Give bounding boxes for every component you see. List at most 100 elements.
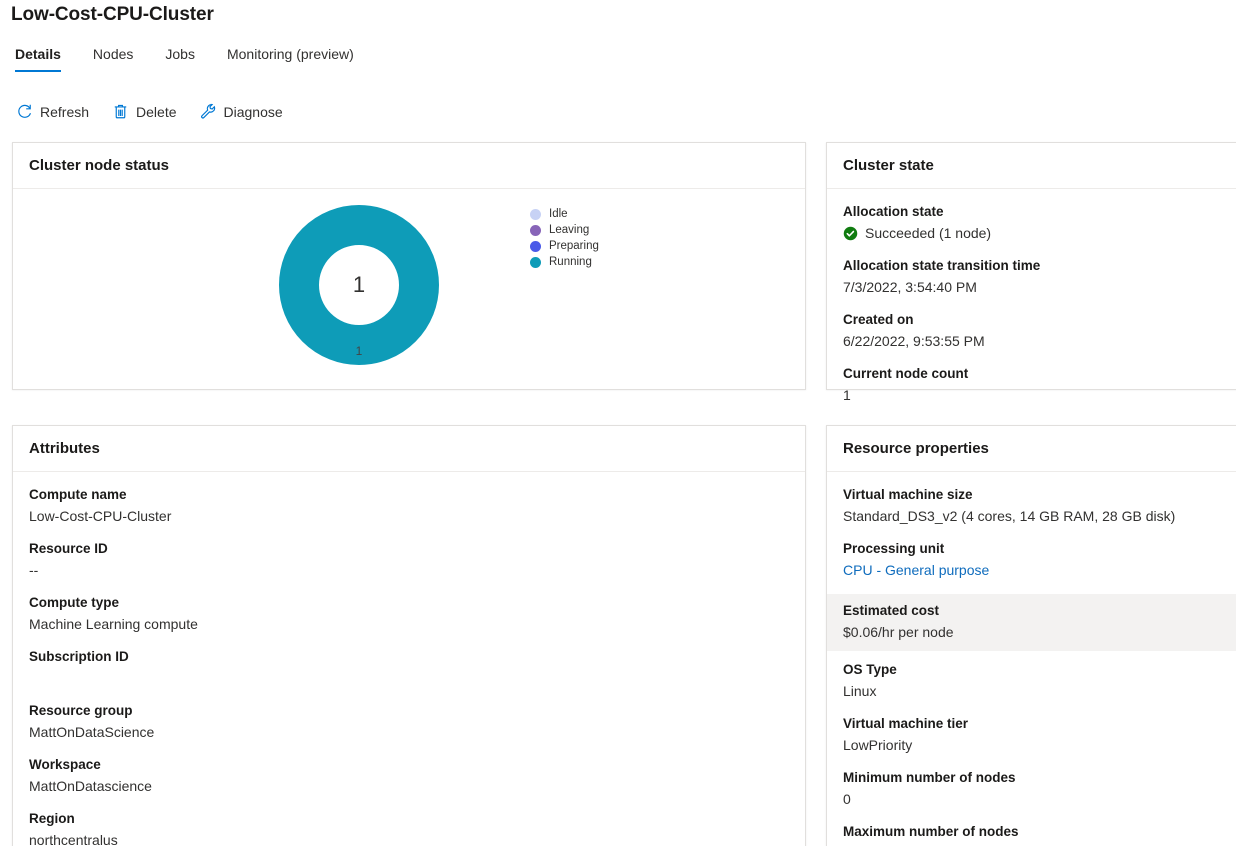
- property-value: 1: [843, 387, 851, 403]
- tab-label: Nodes: [92, 46, 134, 62]
- property-value: 6/22/2022, 9:53:55 PM: [843, 333, 985, 349]
- legend-swatch-icon: [530, 256, 541, 268]
- tab-label: Jobs: [165, 46, 195, 62]
- legend-swatch-icon: [530, 224, 541, 236]
- cluster-state-list: Allocation state Succeeded (1 node) Alloca…: [843, 203, 1236, 405]
- command-label: Diagnose: [223, 103, 283, 120]
- property-label: Compute name: [29, 487, 127, 502]
- resource-properties-card: Resource properties Virtual machine size…: [826, 425, 1236, 846]
- property-value: MattOnDatascience: [29, 778, 152, 794]
- property-label: Resource group: [29, 703, 133, 718]
- property-value: Low-Cost-CPU-Cluster: [29, 508, 172, 524]
- property-row: Virtual machine tier LowPriority: [843, 715, 1236, 755]
- property-label: Subscription ID: [29, 649, 129, 664]
- property-row: Created on 6/22/2022, 9:53:55 PM: [843, 311, 1236, 351]
- legend-item-idle[interactable]: Idle: [530, 206, 599, 222]
- property-row: Subscription ID: [29, 648, 789, 688]
- trash-icon: [112, 103, 129, 120]
- property-label: Allocation state: [843, 204, 944, 219]
- property-value: Machine Learning compute: [29, 616, 198, 632]
- cluster-state-card: Cluster state Allocation state Succeeded …: [826, 142, 1236, 403]
- donut-segment-running[interactable]: [279, 205, 439, 365]
- property-value: $0.06/hr per node: [843, 624, 954, 640]
- status-text: Succeeded (1 node): [865, 225, 992, 241]
- property-label: Region: [29, 811, 75, 826]
- property-value: northcentralus: [29, 832, 118, 846]
- refresh-icon: [16, 103, 33, 120]
- cluster-node-status-card: Cluster node status 1 1 Idle Leaving Prepa…: [12, 142, 806, 390]
- diagnose-button[interactable]: Diagnose: [195, 100, 291, 123]
- tab-monitoring-preview[interactable]: Monitoring (preview): [227, 46, 369, 72]
- property-row: Processing unit CPU - General purpose: [843, 540, 1236, 580]
- property-label: Resource ID: [29, 541, 108, 556]
- command-label: Delete: [136, 103, 177, 120]
- property-label: Created on: [843, 312, 914, 327]
- attributes-list: Compute name Low-Cost-CPU-Cluster Resource…: [29, 486, 789, 846]
- property-label: Minimum number of nodes: [843, 770, 1016, 785]
- property-row: Workspace MattOnDatascience: [29, 756, 789, 796]
- property-label: Virtual machine size: [843, 487, 973, 502]
- property-row: Resource ID --: [29, 540, 789, 580]
- cluster-node-status-body: 1 1 Idle Leaving Preparing Running: [13, 189, 805, 413]
- property-row: Estimated cost $0.06/hr per node: [827, 594, 1236, 651]
- tab-label: Monitoring (preview): [226, 46, 354, 62]
- resource-properties-body: Virtual machine size Standard_DS3_v2 (4 c…: [827, 472, 1236, 846]
- property-label: Maximum number of nodes: [843, 824, 1019, 839]
- wrench-icon: [200, 103, 217, 120]
- tab-nodes[interactable]: Nodes: [93, 46, 148, 72]
- tab-bar: Details Nodes Jobs Monitoring (preview): [15, 46, 369, 72]
- property-value: MattOnDataScience: [29, 724, 155, 740]
- property-row: Compute type Machine Learning compute: [29, 594, 789, 634]
- property-value: LowPriority: [843, 737, 913, 753]
- property-row: Resource group MattOnDataScience: [29, 702, 789, 742]
- card-title-attributes: Attributes: [13, 426, 805, 472]
- property-value-link[interactable]: CPU - General purpose: [843, 560, 1236, 580]
- delete-button[interactable]: Delete: [107, 100, 184, 123]
- attributes-body: Compute name Low-Cost-CPU-Cluster Resource…: [13, 472, 805, 846]
- property-row: Allocation state Succeeded (1 node): [843, 203, 1236, 243]
- compute-cluster-details-page: Low-Cost-CPU-Cluster Details Nodes Jobs Mon…: [0, 0, 1236, 846]
- property-row: Maximum number of nodes2: [843, 823, 1236, 846]
- property-row: Current node count 1: [843, 365, 1236, 405]
- legend-label: Preparing: [549, 240, 599, 252]
- property-row: Region northcentralus: [29, 810, 789, 846]
- legend-label: Idle: [549, 208, 568, 220]
- legend-item-running[interactable]: Running: [530, 254, 599, 270]
- property-label: Current node count: [843, 366, 969, 381]
- property-label: Allocation state transition time: [843, 258, 1041, 273]
- property-value: --: [29, 562, 39, 578]
- property-row: Allocation state transition time 7/3/2022…: [843, 257, 1236, 297]
- card-title-resource-properties: Resource properties: [827, 426, 1236, 472]
- property-label: Processing unit: [843, 541, 945, 556]
- card-title-cluster-state: Cluster state: [827, 143, 1236, 189]
- tab-jobs[interactable]: Jobs: [165, 46, 210, 72]
- refresh-button[interactable]: Refresh: [11, 100, 97, 123]
- tab-label: Details: [15, 46, 61, 62]
- node-status-chart: 1 1 Idle Leaving Preparing Running: [29, 203, 789, 403]
- property-value: [29, 668, 789, 688]
- tab-details[interactable]: Details: [15, 46, 76, 72]
- legend-item-leaving[interactable]: Leaving: [530, 222, 599, 238]
- command-bar: Refresh Delete Diagnose: [11, 100, 301, 123]
- legend-item-preparing[interactable]: Preparing: [530, 238, 599, 254]
- property-value: 0: [843, 791, 851, 807]
- property-value: Standard_DS3_v2 (4 cores, 14 GB RAM, 28 …: [843, 508, 1176, 524]
- property-label: Virtual machine tier: [843, 716, 969, 731]
- legend-label: Running: [549, 256, 592, 268]
- property-value: Succeeded (1 node): [843, 223, 1236, 243]
- property-value: Linux: [843, 683, 877, 699]
- property-row: Virtual machine size Standard_DS3_v2 (4 c…: [843, 486, 1236, 526]
- attributes-card: Attributes Compute name Low-Cost-CPU-Clus…: [12, 425, 806, 846]
- legend-label: Leaving: [549, 224, 590, 236]
- property-value: 7/3/2022, 3:54:40 PM: [843, 279, 977, 295]
- success-check-icon: [843, 226, 858, 241]
- property-label: Compute type: [29, 595, 120, 610]
- command-label: Refresh: [40, 103, 90, 120]
- donut-chart[interactable]: [279, 205, 439, 365]
- property-row: Minimum number of nodes 0: [843, 769, 1236, 809]
- chart-legend: Idle Leaving Preparing Running: [530, 206, 599, 270]
- property-row: OS Type Linux: [843, 661, 1236, 701]
- card-title-cluster-node-status: Cluster node status: [13, 143, 805, 189]
- property-label: Estimated cost: [843, 603, 940, 618]
- legend-swatch-icon: [530, 208, 541, 220]
